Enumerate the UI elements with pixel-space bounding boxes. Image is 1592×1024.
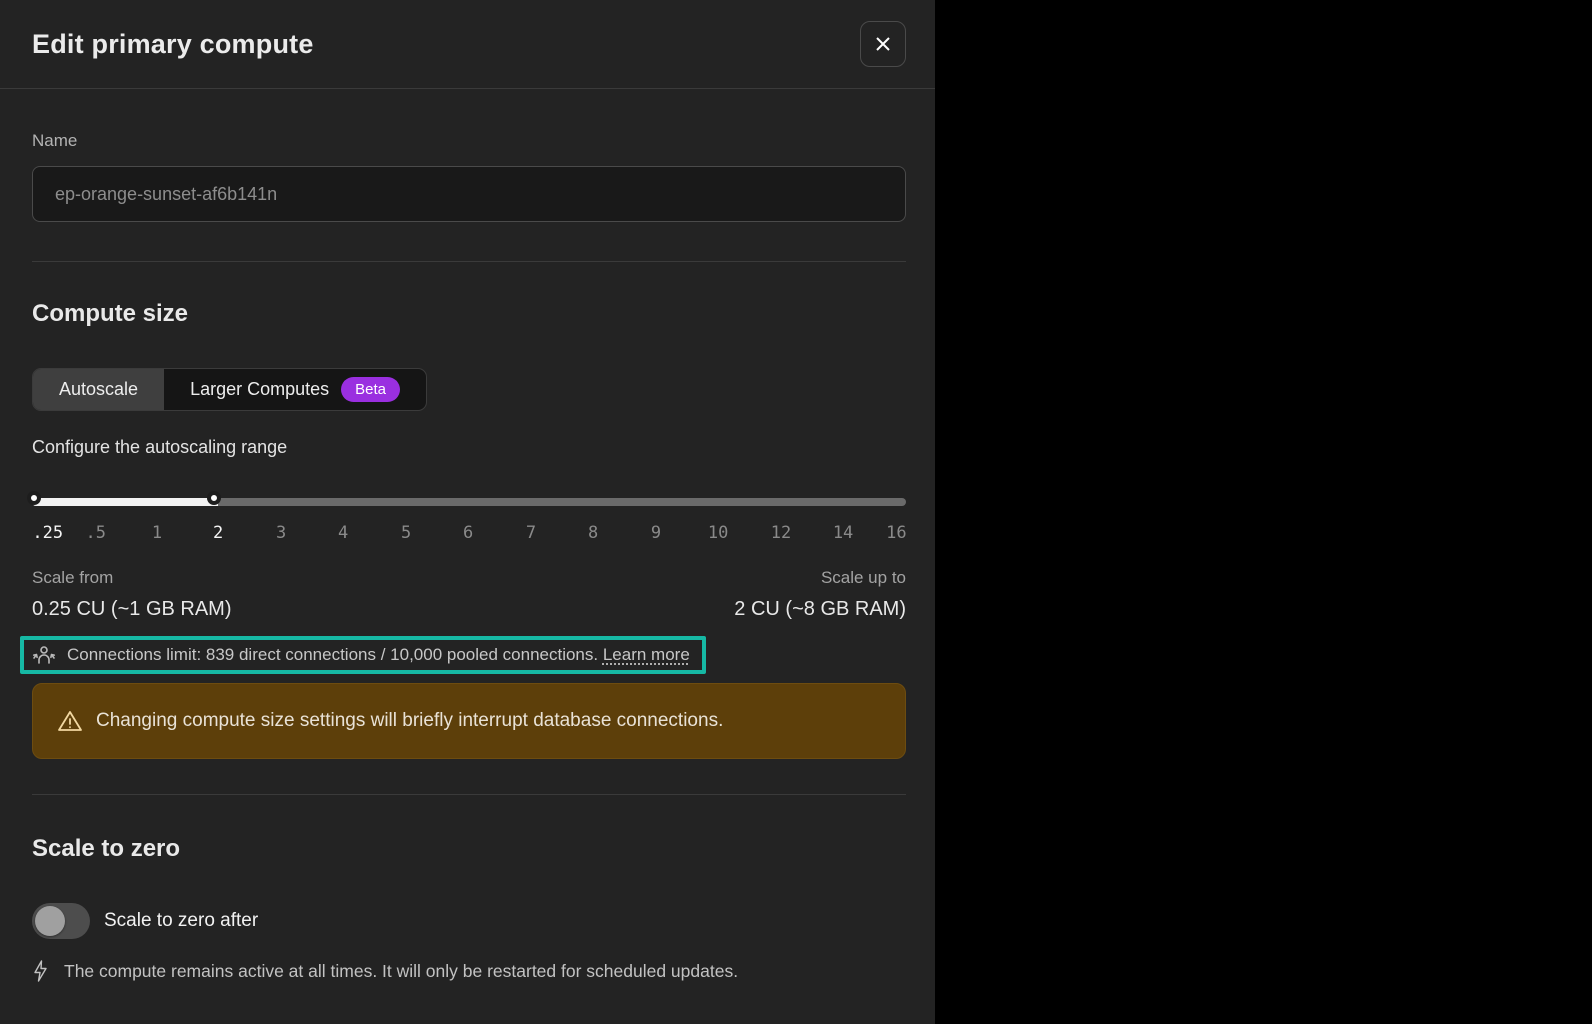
toggle-knob [35, 906, 65, 936]
scale-to-zero-toggle-label: Scale to zero after [104, 910, 259, 931]
background-overlay [935, 0, 1592, 1024]
tab-larger-computes-label: Larger Computes [190, 379, 330, 399]
scale-to-zero-heading: Scale to zero [32, 835, 181, 862]
tab-autoscale[interactable]: Autoscale [33, 369, 165, 410]
scale-from-label: Scale from [32, 568, 114, 587]
slider-tick-labels: .25 .5 1 2 3 4 5 6 7 8 9 10 12 14 16 [32, 523, 906, 544]
tick-label: 8 [587, 523, 599, 543]
highlight-annotation-box: Connections limit: 839 direct connection… [20, 636, 706, 674]
compute-active-note: The compute remains active at all times.… [32, 960, 906, 982]
tick-label: 12 [770, 523, 792, 543]
warning-triangle-icon [57, 709, 83, 733]
scale-from: Scale from 0.25 CU (~1 GB RAM) [32, 568, 232, 621]
tab-autoscale-label: Autoscale [59, 379, 139, 399]
name-label: Name [32, 131, 78, 150]
dialog-header: Edit primary compute [0, 0, 935, 89]
slider-selected-range [32, 498, 219, 506]
edit-primary-compute-dialog: Edit primary compute Name Compute size A… [0, 0, 935, 1024]
user-group-icon [32, 644, 56, 666]
scale-to-zero-row: Scale to zero after [32, 903, 906, 939]
warning-text: Changing compute size settings will brie… [96, 710, 724, 731]
tick-label: 6 [463, 523, 474, 543]
compute-size-tabs: Autoscale Larger Computes Beta [32, 368, 427, 411]
tab-larger-computes[interactable]: Larger Computes Beta [164, 369, 426, 410]
tick-label: .25 [32, 523, 64, 543]
connections-limit-note: Connections limit: 839 direct connection… [32, 644, 690, 666]
scale-up-to: Scale up to 2 CU (~8 GB RAM) [734, 568, 906, 621]
tick-label: 3 [275, 523, 287, 543]
scale-to-zero-toggle[interactable] [32, 903, 90, 939]
close-icon [873, 34, 893, 54]
slider-track[interactable] [32, 498, 906, 506]
tick-label: 16 [886, 523, 907, 543]
name-input[interactable] [32, 166, 906, 222]
warning-banner: Changing compute size settings will brie… [32, 683, 906, 759]
scale-up-to-value: 2 CU (~8 GB RAM) [734, 598, 906, 620]
tick-label: 4 [338, 523, 349, 543]
connections-limit-body: Connections limit: 839 direct connection… [67, 645, 599, 664]
scale-from-value: 0.25 CU (~1 GB RAM) [32, 598, 232, 620]
compute-size-heading: Compute size [32, 300, 189, 327]
beta-badge: Beta [341, 377, 400, 402]
dialog-content: Name Compute size Autoscale Larger Compu… [0, 89, 935, 982]
section-divider [32, 794, 906, 795]
learn-more-link[interactable]: Learn more [603, 645, 690, 664]
tick-label: 14 [832, 523, 854, 543]
tick-label: 5 [400, 523, 412, 543]
compute-active-note-text: The compute remains active at all times.… [64, 960, 739, 981]
autoscaling-range-label: Configure the autoscaling range [32, 437, 288, 457]
close-button[interactable] [860, 21, 906, 67]
tick-label: 10 [707, 523, 729, 543]
tick-label: 9 [650, 523, 662, 543]
scale-summary: Scale from 0.25 CU (~1 GB RAM) Scale up … [32, 568, 906, 621]
tick-label: 1 [151, 523, 163, 543]
dialog-title: Edit primary compute [32, 28, 314, 59]
tick-label: 7 [525, 523, 537, 543]
autoscale-range-slider[interactable] [27, 491, 906, 513]
section-divider [32, 261, 906, 262]
scale-up-to-label: Scale up to [820, 568, 906, 587]
tick-label: 2 [213, 523, 224, 543]
tick-label: .5 [85, 523, 107, 543]
lightning-icon [32, 960, 49, 982]
connections-limit-text: Connections limit: 839 direct connection… [67, 645, 690, 665]
